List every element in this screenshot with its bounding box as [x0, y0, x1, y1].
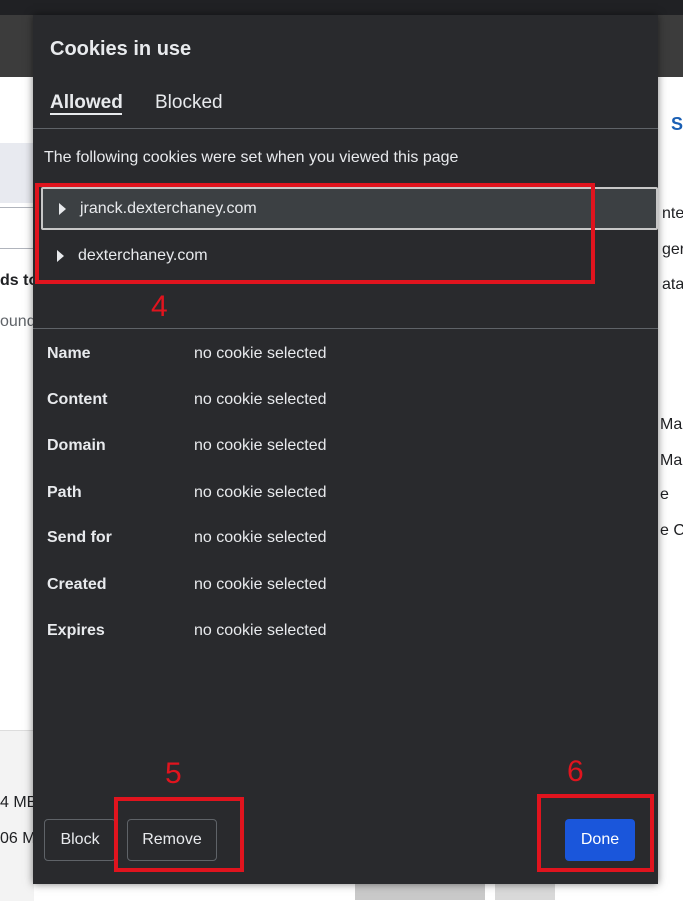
detail-value: no cookie selected [194, 484, 327, 501]
annotation-box-tree [35, 183, 595, 284]
detail-row-path: Path no cookie selected [47, 484, 447, 504]
detail-value: no cookie selected [194, 437, 327, 454]
detail-row-expires: Expires no cookie selected [47, 622, 447, 642]
detail-value: no cookie selected [194, 391, 327, 408]
detail-row-created: Created no cookie selected [47, 576, 447, 596]
annotation-box-done [537, 794, 654, 872]
background-text: e Cr [660, 522, 683, 539]
annotation-number: 4 [151, 290, 168, 323]
tab-allowed[interactable]: Allowed [50, 92, 123, 114]
background-panel [355, 884, 485, 900]
detail-row-name: Name no cookie selected [47, 345, 447, 365]
tab-blocked[interactable]: Blocked [155, 92, 223, 114]
detail-label: Send for [47, 529, 112, 546]
divider [33, 328, 658, 329]
divider [33, 128, 658, 129]
background-text: Mai [660, 452, 683, 469]
background-text: ger [662, 241, 683, 258]
background-input [0, 207, 34, 249]
block-button[interactable]: Block [44, 819, 116, 861]
active-tab-indicator [50, 113, 122, 115]
annotation-box-remove [114, 797, 244, 872]
background-text: ound [0, 313, 36, 330]
background-text: S [671, 114, 683, 134]
detail-row-content: Content no cookie selected [47, 391, 447, 411]
annotation-number: 5 [165, 757, 182, 790]
background-panel [495, 884, 555, 900]
cookies-dialog: Cookies in use Allowed Blocked The follo… [33, 15, 658, 884]
detail-value: no cookie selected [194, 345, 327, 362]
background-panel [0, 143, 34, 203]
detail-label: Name [47, 345, 91, 362]
background-text: Ma [660, 416, 683, 433]
dialog-title: Cookies in use [50, 38, 192, 60]
detail-label: Content [47, 391, 108, 408]
background-text: nter [662, 205, 683, 222]
background-panel [0, 730, 34, 901]
background-text: ata [662, 276, 683, 293]
cookies-description: The following cookies were set when you … [44, 149, 459, 166]
detail-label: Created [47, 576, 107, 593]
detail-row-send-for: Send for no cookie selected [47, 529, 447, 549]
detail-value: no cookie selected [194, 576, 327, 593]
detail-label: Expires [47, 622, 105, 639]
detail-label: Path [47, 484, 82, 501]
background-text: 4 MB [0, 794, 38, 811]
detail-value: no cookie selected [194, 529, 327, 546]
detail-label: Domain [47, 437, 106, 454]
annotation-number: 6 [567, 755, 584, 788]
browser-topbar [0, 0, 683, 15]
background-text: e [660, 486, 669, 503]
detail-value: no cookie selected [194, 622, 327, 639]
detail-row-domain: Domain no cookie selected [47, 437, 447, 457]
background-text: 06 M [0, 830, 36, 847]
